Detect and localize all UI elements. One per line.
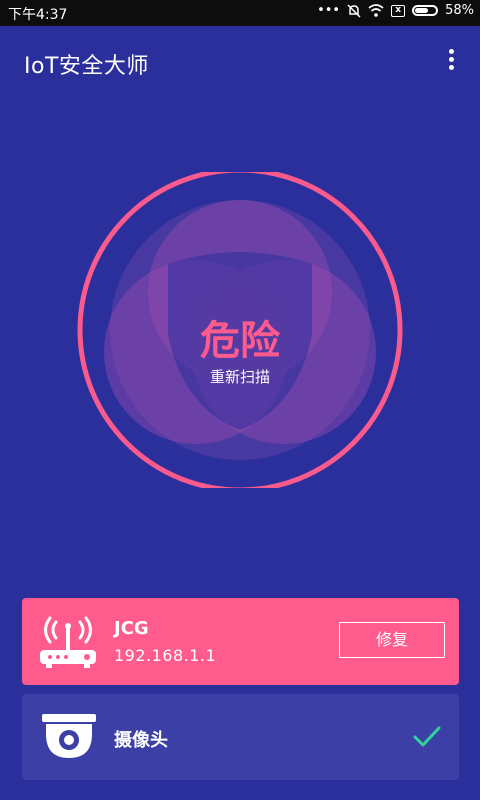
- scan-status-area: 危险 重新扫描: [68, 172, 412, 488]
- wifi-icon: [368, 4, 384, 17]
- menu-dot-icon: [448, 49, 454, 54]
- security-status: 危险: [200, 318, 280, 364]
- app-bar: IoT安全大师: [0, 26, 480, 100]
- router-icon: [40, 616, 96, 668]
- device-card-router[interactable]: JCG 192.168.1.1 修复: [22, 598, 459, 685]
- menu-dot-icon: [448, 57, 454, 62]
- mute-icon: [347, 3, 361, 18]
- sim-x-icon: x: [391, 4, 406, 17]
- app-title: IoT安全大师: [24, 54, 149, 79]
- overflow-menu-button[interactable]: [442, 46, 460, 78]
- status-icons: ••• x 58%: [317, 3, 474, 18]
- battery-percent: 58%: [445, 3, 474, 18]
- camera-icon: [42, 714, 96, 758]
- device-card-camera[interactable]: 摄像头: [22, 694, 459, 780]
- check-icon: [413, 726, 441, 747]
- device-name: JCG: [114, 618, 149, 639]
- status-time: 下午4:37: [8, 7, 68, 23]
- menu-dot-icon: [448, 65, 454, 70]
- battery-icon: [412, 5, 439, 16]
- status-bar: 下午4:37 ••• x 58%: [0, 0, 480, 26]
- fix-button[interactable]: 修复: [339, 622, 445, 658]
- device-ip: 192.168.1.1: [114, 646, 217, 665]
- rescan-button[interactable]: 重新扫描: [190, 366, 290, 387]
- more-notifications-icon: •••: [317, 3, 341, 18]
- device-name: 摄像头: [114, 730, 168, 751]
